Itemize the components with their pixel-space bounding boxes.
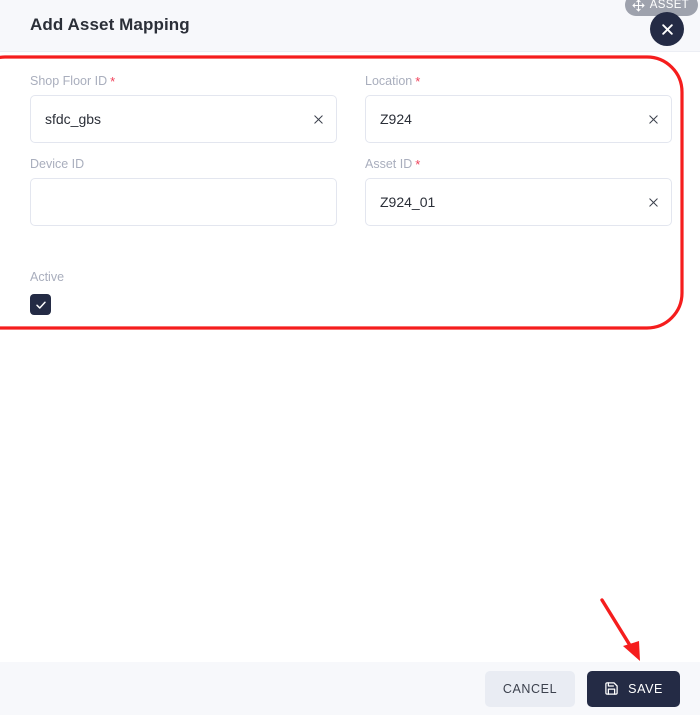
save-button-label: SAVE [628, 681, 663, 696]
asset-badge-label: ASSET [649, 0, 689, 11]
active-checkbox[interactable] [30, 294, 51, 315]
clear-icon [313, 114, 323, 124]
shop-floor-id-input-wrap [30, 95, 337, 143]
close-button[interactable] [650, 12, 684, 46]
move-icon [632, 0, 645, 12]
close-icon [661, 23, 674, 36]
clear-location-button[interactable] [642, 108, 664, 130]
asset-id-label-text: Asset ID [365, 157, 413, 171]
clear-shop-floor-id-button[interactable] [307, 108, 329, 130]
dialog-body: Shop Floor ID* Location* [0, 52, 700, 662]
save-floppy-icon [604, 681, 619, 696]
save-button[interactable]: SAVE [587, 670, 680, 707]
shop-floor-id-label: Shop Floor ID * [30, 74, 337, 88]
shop-floor-id-input[interactable] [30, 95, 337, 143]
field-device-id: Device ID [30, 157, 337, 226]
required-asterisk: * [415, 157, 421, 172]
shop-floor-id-label-text: Shop Floor ID [30, 74, 108, 88]
required-asterisk: * [415, 74, 421, 89]
clear-icon [648, 197, 658, 207]
device-id-label: Device ID [30, 157, 337, 171]
location-input[interactable] [365, 95, 672, 143]
field-asset-id: Asset ID * [365, 157, 672, 226]
add-asset-mapping-dialog: Add Asset Mapping ASSET Shop Floor ID * … [0, 0, 700, 715]
asset-id-label: Asset ID * [365, 157, 672, 171]
active-label: Active [30, 270, 65, 284]
asset-mapping-form: Shop Floor ID* Location* [30, 74, 672, 226]
cancel-button[interactable]: CANCEL [484, 670, 576, 707]
clear-asset-id-button[interactable] [642, 191, 664, 213]
page-title: Add Asset Mapping [30, 15, 190, 34]
dialog-footer: CANCEL SAVE [0, 662, 700, 715]
location-input-wrap [365, 95, 672, 143]
dialog-header: Add Asset Mapping [0, 0, 700, 52]
check-icon [35, 299, 47, 311]
device-id-input[interactable] [30, 178, 337, 226]
asset-id-input-wrap [365, 178, 672, 226]
location-label-text: Location [365, 74, 413, 88]
location-label: Location * [365, 74, 672, 88]
device-id-input-wrap [30, 178, 337, 226]
device-id-label-text: Device ID [30, 157, 85, 171]
field-shop-floor-id: Shop Floor ID * [30, 74, 337, 143]
asset-id-input[interactable] [365, 178, 672, 226]
clear-icon [648, 114, 658, 124]
field-location: Location * [365, 74, 672, 143]
required-asterisk: * [110, 74, 116, 89]
active-field: Active [30, 270, 64, 315]
